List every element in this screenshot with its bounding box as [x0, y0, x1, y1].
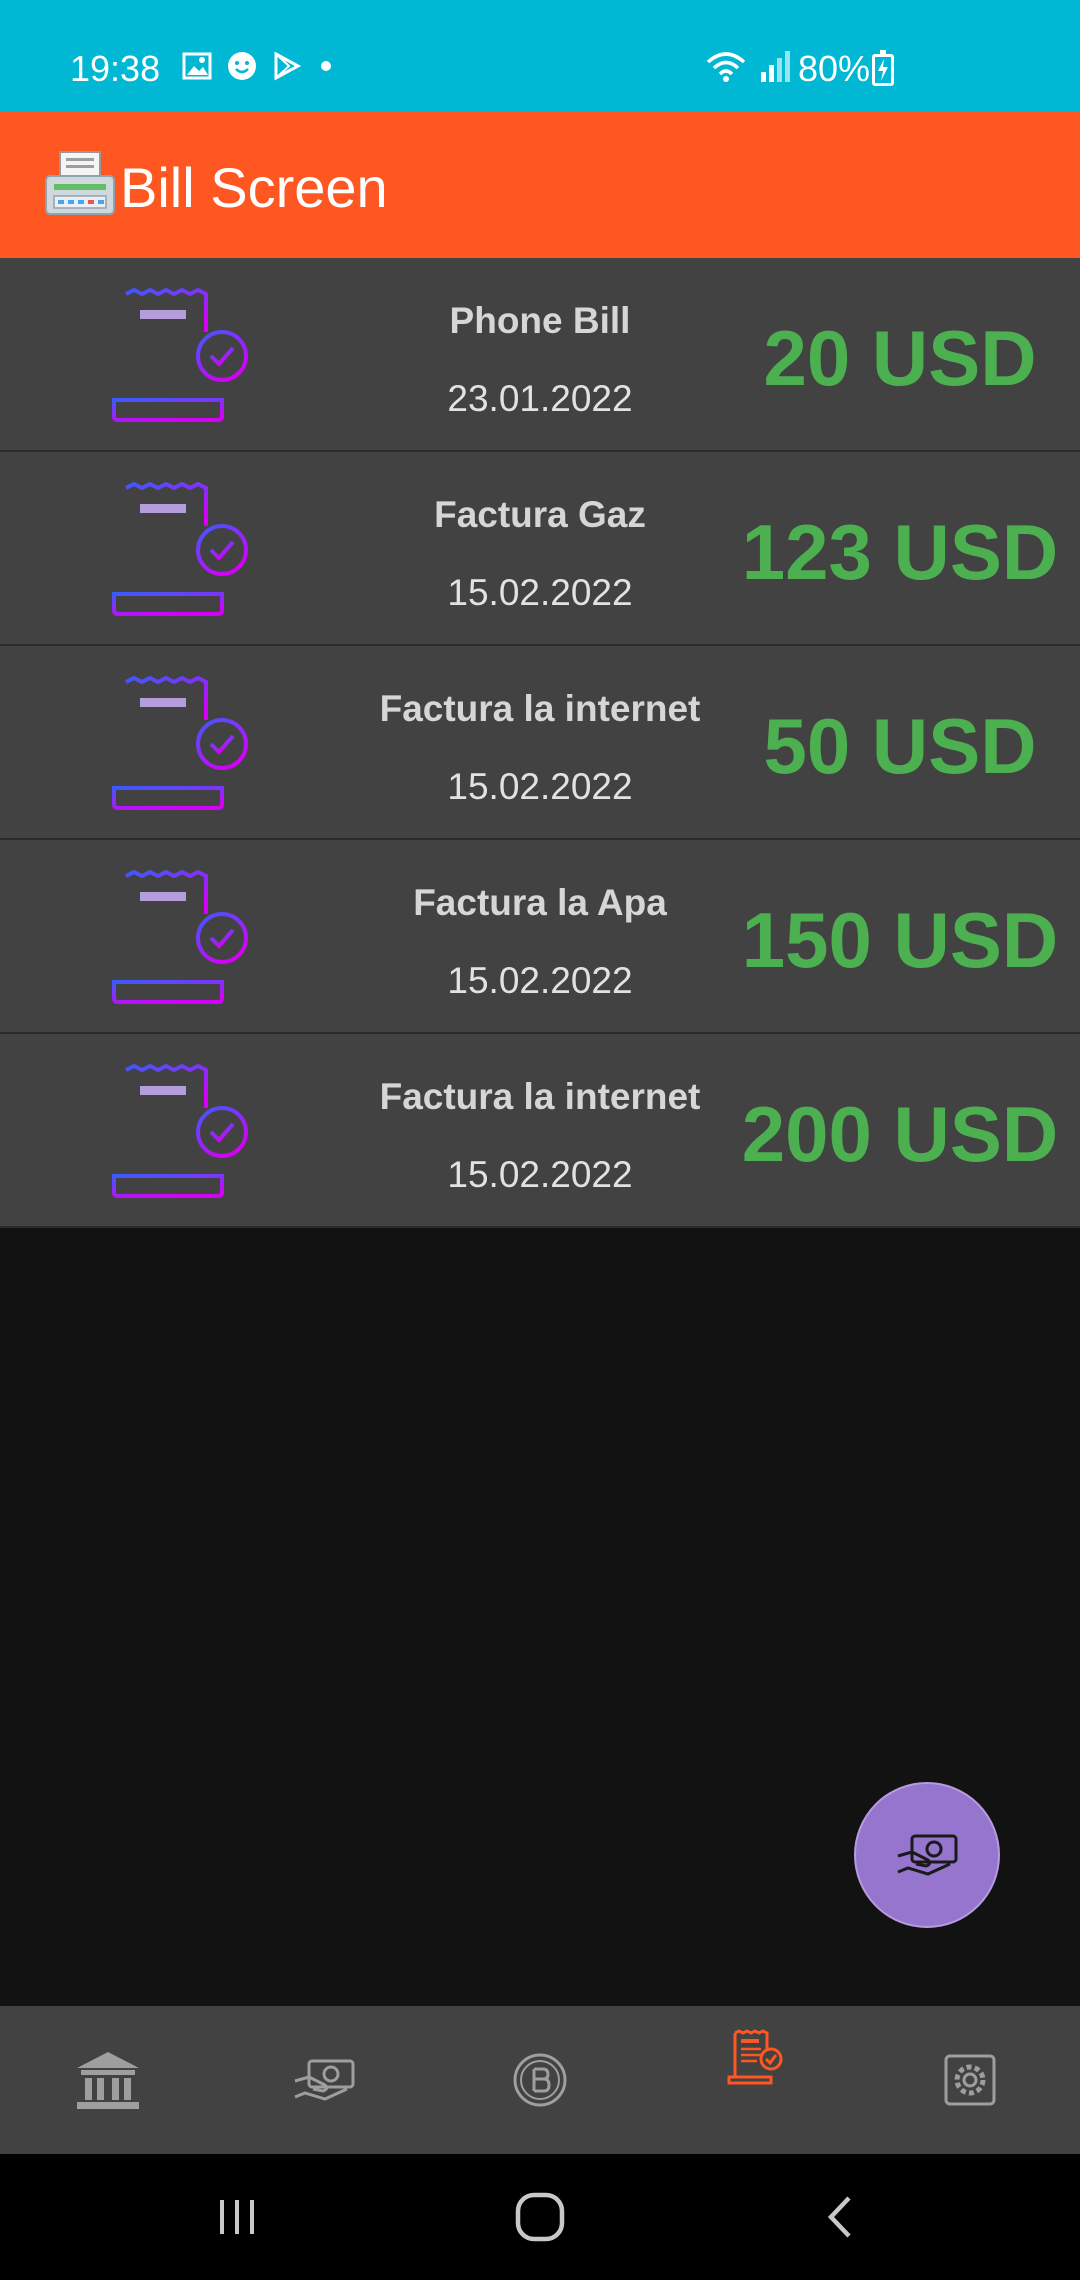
bill-amount: 200 USD	[741, 1090, 1059, 1178]
bill-name: Factura la Apa	[413, 882, 667, 923]
list-item[interactable]: Factura la internet 15.02.2022 200 USD	[0, 1034, 1080, 1228]
bill-amount: 50 USD	[763, 702, 1037, 790]
system-nav-bar	[0, 2154, 1080, 2280]
nav-bills[interactable]	[716, 2020, 792, 2096]
wifi-icon	[706, 52, 746, 82]
battery-charging-icon	[872, 50, 894, 86]
bill-icon	[727, 2029, 783, 2085]
page-title: Bill Screen	[120, 156, 388, 219]
dot-icon	[321, 61, 331, 71]
bill-name: Factura la internet	[379, 1076, 701, 1117]
bill-date: 15.02.2022	[447, 1154, 633, 1195]
image-icon	[182, 52, 212, 80]
nav-money[interactable]	[286, 2042, 362, 2118]
list-item[interactable]: Factura la internet 15.02.2022 50 USD	[0, 646, 1080, 840]
status-system-icons	[704, 48, 794, 84]
money-hand-icon	[897, 1834, 958, 1876]
bottom-nav	[0, 2006, 1080, 2154]
bill-name: Factura la internet	[379, 688, 701, 729]
list-item[interactable]: Factura Gaz 15.02.2022 123 USD	[0, 452, 1080, 646]
recent-apps-button[interactable]	[202, 2182, 272, 2252]
bill-date: 15.02.2022	[447, 766, 633, 807]
bill-check-icon	[110, 482, 250, 616]
add-bill-fab[interactable]	[854, 1782, 1000, 1928]
face-icon	[228, 52, 256, 80]
bitcoin-icon	[513, 2053, 567, 2107]
recent-apps-icon	[220, 2200, 254, 2234]
nav-bank[interactable]	[70, 2042, 146, 2118]
bill-name: Factura Gaz	[434, 494, 646, 535]
back-button[interactable]	[807, 2182, 877, 2252]
bill-check-icon	[110, 288, 250, 422]
status-time: 19:38	[70, 48, 161, 89]
bill-list: Phone Bill 23.01.2022 20 USD Factura Gaz…	[0, 258, 1080, 1228]
status-notification-icons	[182, 50, 336, 82]
bill-date: 15.02.2022	[447, 572, 633, 613]
bill-check-icon	[110, 870, 250, 1004]
home-icon	[515, 2192, 565, 2242]
bank-icon	[77, 2052, 139, 2109]
printer-icon	[45, 151, 115, 215]
bill-amount: 123 USD	[741, 508, 1059, 596]
play-store-icon	[274, 51, 302, 81]
bill-amount: 150 USD	[741, 896, 1059, 984]
bill-date: 15.02.2022	[447, 960, 633, 1001]
battery-percent: 80%	[798, 48, 871, 89]
back-icon	[827, 2196, 851, 2238]
list-item[interactable]: Factura la Apa 15.02.2022 150 USD	[0, 840, 1080, 1034]
home-button[interactable]	[505, 2182, 575, 2252]
bill-amount: 20 USD	[763, 314, 1037, 402]
list-item[interactable]: Phone Bill 23.01.2022 20 USD	[0, 258, 1080, 452]
bill-check-icon	[110, 1064, 250, 1198]
money-icon	[294, 2059, 355, 2101]
bill-check-icon	[110, 676, 250, 810]
nav-settings[interactable]	[932, 2042, 1008, 2118]
signal-icon	[761, 51, 790, 82]
bill-name: Phone Bill	[449, 300, 631, 341]
bill-date: 23.01.2022	[447, 378, 633, 419]
status-bar: 19:38 80%	[0, 0, 1080, 112]
settings-icon	[944, 2054, 996, 2106]
nav-bitcoin[interactable]	[502, 2042, 578, 2118]
